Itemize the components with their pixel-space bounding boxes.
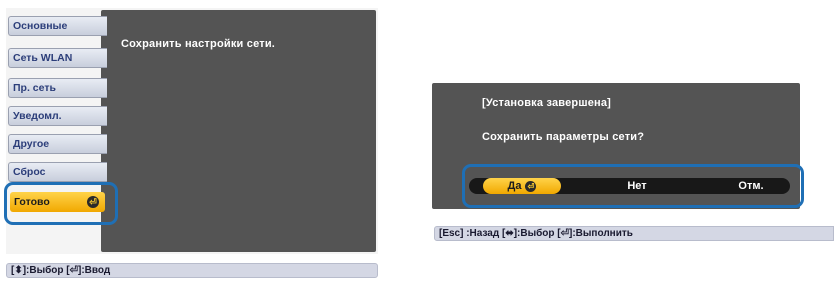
status-bar-right: [Esc] :Назад [⬌]:Выбор [⏎]:Выполнить [434, 226, 834, 241]
dialog-message: Сохранить параметры сети? [482, 131, 645, 143]
selection-callout-left [4, 182, 118, 225]
menu-item-label: Сброс [13, 166, 46, 178]
menu-item-label: Основные [13, 20, 68, 32]
content-panel: Сохранить настройки сети. [101, 10, 376, 252]
menu-item-label: Другое [13, 138, 50, 150]
content-text: Сохранить настройки сети. [121, 38, 276, 50]
dialog-title: [Установка завершена] [482, 97, 612, 109]
menu-item-wlan[interactable]: Сеть WLAN [8, 48, 107, 68]
menu-item-wired-network[interactable]: Пр. сеть [8, 78, 107, 98]
status-bar-left: [⬍]:Выбор [⏎]:Ввод [6, 263, 378, 278]
menu-item-reset[interactable]: Сброс [8, 162, 107, 182]
menu-item-label: Сеть WLAN [13, 52, 73, 64]
selection-callout-right [462, 164, 804, 208]
menu-item-basic[interactable]: Основные [8, 16, 107, 36]
menu-item-label: Уведомл. [13, 110, 62, 122]
menu-item-label: Пр. сеть [13, 82, 56, 94]
menu-item-notifications[interactable]: Уведомл. [8, 106, 107, 126]
menu-item-other[interactable]: Другое [8, 134, 107, 154]
